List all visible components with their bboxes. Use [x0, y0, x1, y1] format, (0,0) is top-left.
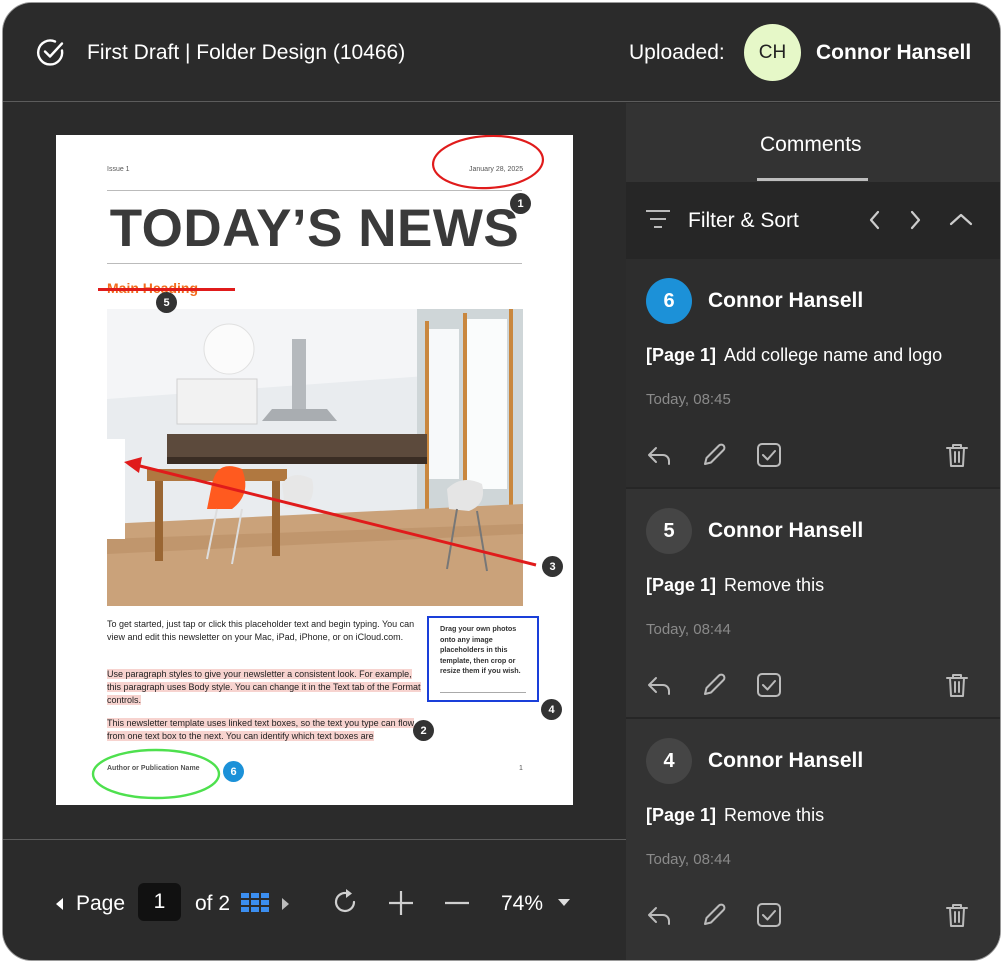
- chevron-up-icon[interactable]: [948, 209, 974, 231]
- comment-page-ref: [Page 1]: [646, 575, 717, 595]
- trash-icon[interactable]: [944, 442, 970, 468]
- comment-author: Connor Hansell: [708, 289, 864, 312]
- marker-4[interactable]: 4: [541, 699, 562, 720]
- comment-number-badge: 5: [646, 508, 692, 554]
- filter-sort-label[interactable]: Filter & Sort: [688, 209, 799, 233]
- sidebar-rule: [440, 692, 526, 693]
- reply-icon[interactable]: [646, 442, 672, 468]
- document-viewer: Issue 1 January 28, 2025 TODAY’S NEWS Ma…: [3, 103, 626, 839]
- chevron-left-icon[interactable]: [864, 209, 886, 231]
- trash-icon[interactable]: [944, 902, 970, 928]
- reply-icon[interactable]: [646, 672, 672, 698]
- page-count-label: of 2: [195, 892, 231, 915]
- edit-pencil-icon[interactable]: [701, 672, 727, 698]
- sidebar-text: Drag your own photos onto any image plac…: [440, 624, 521, 675]
- tab-underline: [757, 178, 868, 181]
- comment-text: [Page 1] Remove this: [646, 805, 824, 826]
- zoom-in-icon[interactable]: [387, 889, 415, 917]
- zoom-level[interactable]: 74%: [501, 892, 543, 916]
- avatar[interactable]: CH: [744, 24, 801, 81]
- comment-body: Remove this: [724, 575, 825, 595]
- marker-1[interactable]: 1: [510, 193, 531, 214]
- comment-card[interactable]: 5 Connor Hansell [Page 1] Remove this Tod…: [626, 489, 1000, 719]
- edit-pencil-icon[interactable]: [701, 902, 727, 928]
- highlight-paragraph-3[interactable]: This newsletter template uses linked tex…: [107, 718, 415, 741]
- filter-icon[interactable]: [646, 209, 670, 229]
- grid-view-icon[interactable]: [241, 893, 270, 912]
- page-number: 1: [519, 765, 523, 772]
- body-paragraph-3: This newsletter template uses linked tex…: [107, 717, 425, 743]
- header-bar: First Draft | Folder Design (10466) Uplo…: [3, 3, 1000, 102]
- author-label: Author or Publication Name: [107, 765, 200, 772]
- headline: TODAY’S NEWS: [109, 199, 520, 258]
- comment-page-ref: [Page 1]: [646, 805, 717, 825]
- next-page-arrow-icon[interactable]: [282, 898, 289, 910]
- date-circle-annotation: [431, 135, 545, 190]
- comment-body: Remove this: [724, 805, 825, 825]
- document-title: First Draft | Folder Design (10466): [87, 41, 406, 64]
- comment-timestamp: Today, 08:44: [646, 851, 731, 868]
- comment-number-badge: 6: [646, 278, 692, 324]
- page-number-input[interactable]: 1: [138, 883, 181, 921]
- document-page[interactable]: Issue 1 January 28, 2025 TODAY’S NEWS Ma…: [56, 135, 573, 805]
- comment-body: Add college name and logo: [724, 345, 943, 365]
- viewer-toolbar: Page 1 of 2 74%: [3, 839, 626, 960]
- highlight-paragraph-2[interactable]: Use paragraph styles to give your newsle…: [107, 669, 421, 705]
- comment-text: [Page 1] Remove this: [646, 575, 824, 596]
- uploaded-label: Uploaded:: [629, 41, 725, 64]
- resolve-check-icon[interactable]: [756, 672, 782, 698]
- author-circle-annotation: [91, 748, 221, 800]
- sidebar-textbox-annotation[interactable]: Drag your own photos onto any image plac…: [427, 616, 539, 702]
- comment-number-badge: 4: [646, 738, 692, 784]
- rotate-icon[interactable]: [333, 889, 359, 915]
- comment-author: Connor Hansell: [708, 519, 864, 542]
- filter-bar: Filter & Sort: [626, 182, 1000, 259]
- comment-page-ref: [Page 1]: [646, 345, 717, 365]
- zoom-out-icon[interactable]: [443, 889, 471, 917]
- comment-timestamp: Today, 08:44: [646, 621, 731, 638]
- marker-5[interactable]: 5: [156, 292, 177, 313]
- trash-icon[interactable]: [944, 672, 970, 698]
- uploader-name: Connor Hansell: [816, 41, 972, 64]
- comments-panel: Comments Filter & Sort 6 Connor Hansell: [626, 103, 1000, 960]
- issue-label: Issue 1: [107, 166, 130, 173]
- marker-3[interactable]: 3: [542, 556, 563, 577]
- zoom-dropdown-caret-icon[interactable]: [558, 899, 570, 906]
- check-circle-icon[interactable]: [35, 36, 67, 68]
- edit-pencil-icon[interactable]: [701, 442, 727, 468]
- reply-icon[interactable]: [646, 902, 672, 928]
- resolve-check-icon[interactable]: [756, 442, 782, 468]
- date-label: January 28, 2025: [469, 166, 524, 173]
- app-window: First Draft | Folder Design (10466) Uplo…: [2, 2, 1001, 961]
- marker-2[interactable]: 2: [413, 720, 434, 741]
- prev-page-arrow-icon[interactable]: [56, 898, 63, 910]
- resolve-check-icon[interactable]: [756, 902, 782, 928]
- comment-card[interactable]: 4 Connor Hansell [Page 1] Remove this Tod…: [626, 719, 1000, 949]
- tab-comments[interactable]: Comments: [760, 133, 862, 157]
- body-paragraph-1: To get started, just tap or click this p…: [107, 619, 415, 642]
- comment-text: [Page 1] Add college name and logo: [646, 345, 942, 366]
- chevron-right-icon[interactable]: [904, 209, 926, 231]
- page-label: Page: [76, 892, 126, 915]
- top-rule: [107, 190, 522, 191]
- body-paragraph-2: Use paragraph styles to give your newsle…: [107, 668, 425, 707]
- headline-rule: [107, 263, 522, 264]
- comment-timestamp: Today, 08:45: [646, 391, 731, 408]
- comment-author: Connor Hansell: [708, 749, 864, 772]
- kitchen-photo: [107, 309, 523, 606]
- comment-card[interactable]: 6 Connor Hansell [Page 1] Add college nam…: [626, 259, 1000, 489]
- marker-6[interactable]: 6: [223, 761, 244, 782]
- strike-annotation[interactable]: [98, 288, 235, 291]
